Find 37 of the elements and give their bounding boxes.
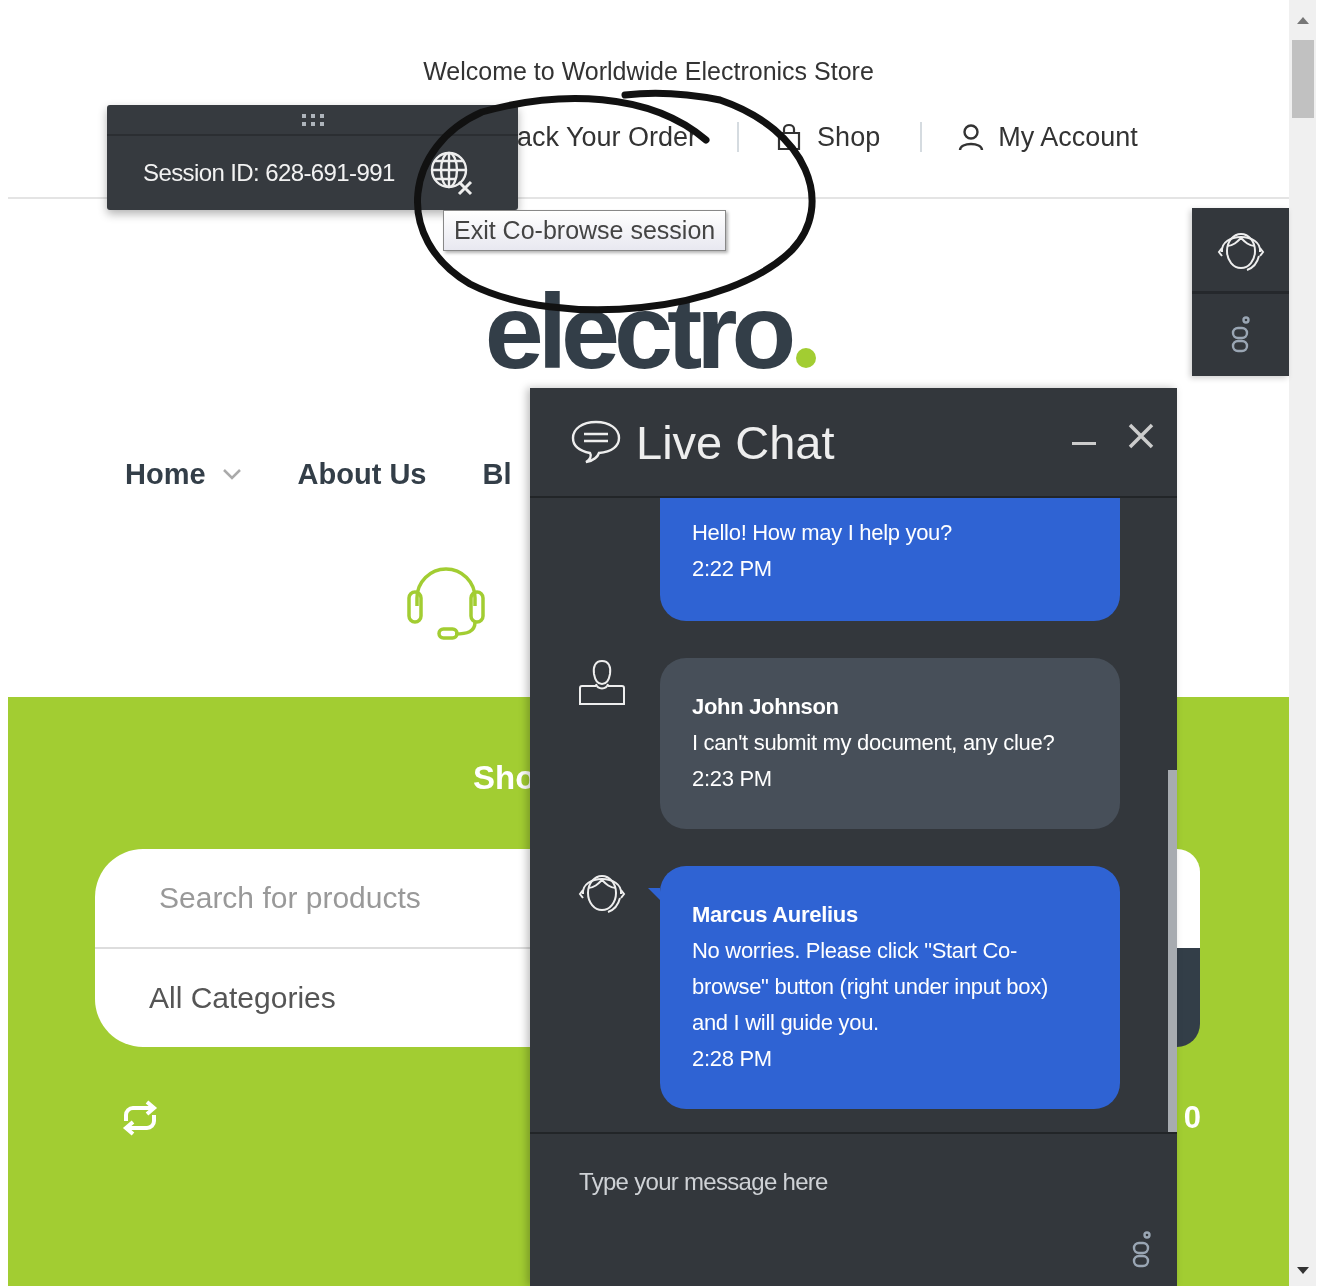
category-select[interactable]: All Categories (95, 949, 530, 1047)
scrollbar[interactable] (1289, 0, 1316, 1286)
sender-name: John Johnson (692, 693, 840, 721)
tooltip: Exit Co-browse session (443, 210, 727, 251)
message-text: No worries. Please click "Start Co-browse" button (right under input box) and I will guide you. (692, 937, 1049, 1037)
nav-link[interactable]: Home (125, 457, 242, 491)
message-text: Hello! How may I help you? (692, 519, 953, 547)
search-bar-edge[interactable] (1177, 849, 1200, 1047)
store-logo[interactable]: electro (484, 278, 817, 384)
user-avatar-icon (576, 658, 628, 708)
header-link[interactable]: My Account (958, 121, 1138, 153)
nav-link[interactable]: About Us (297, 457, 427, 491)
message-input[interactable]: Type your message here (530, 1134, 1177, 1196)
search-field[interactable]: Search for products (95, 849, 530, 949)
headset-icon (405, 564, 487, 642)
nav-link[interactable]: Bl (482, 457, 512, 491)
close-icon[interactable] (1127, 422, 1155, 450)
message-time: 2:22 PM (692, 555, 773, 583)
chat-scrollbar-thumb[interactable] (1168, 770, 1177, 1132)
chat-bubble-icon (570, 418, 622, 466)
sender-name: Marcus Aurelius (692, 901, 859, 929)
genesys-logo-icon (1131, 1231, 1153, 1269)
scroll-down-icon[interactable] (1295, 1266, 1310, 1276)
welcome-text: Welcome to Worldwide Electronics Store (422, 56, 875, 86)
user-icon (958, 123, 985, 151)
message-time: 2:23 PM (692, 765, 773, 793)
session-id-text: Session ID: 628-691-991 (143, 159, 395, 187)
scroll-up-icon[interactable] (1295, 15, 1310, 25)
genesys-logo-icon[interactable] (1229, 315, 1252, 354)
scrollbar-thumb[interactable] (1291, 40, 1314, 118)
price-text: 0 (1183, 1100, 1201, 1136)
exit-globe-icon[interactable] (428, 150, 475, 196)
chat-title: Live Chat (636, 414, 835, 470)
header-link[interactable]: Shop (775, 121, 881, 153)
message-time: 2:28 PM (692, 1045, 773, 1073)
message-text: I can't submit my document, any clue? (692, 729, 1056, 757)
drag-handle-icon[interactable] (300, 112, 325, 127)
